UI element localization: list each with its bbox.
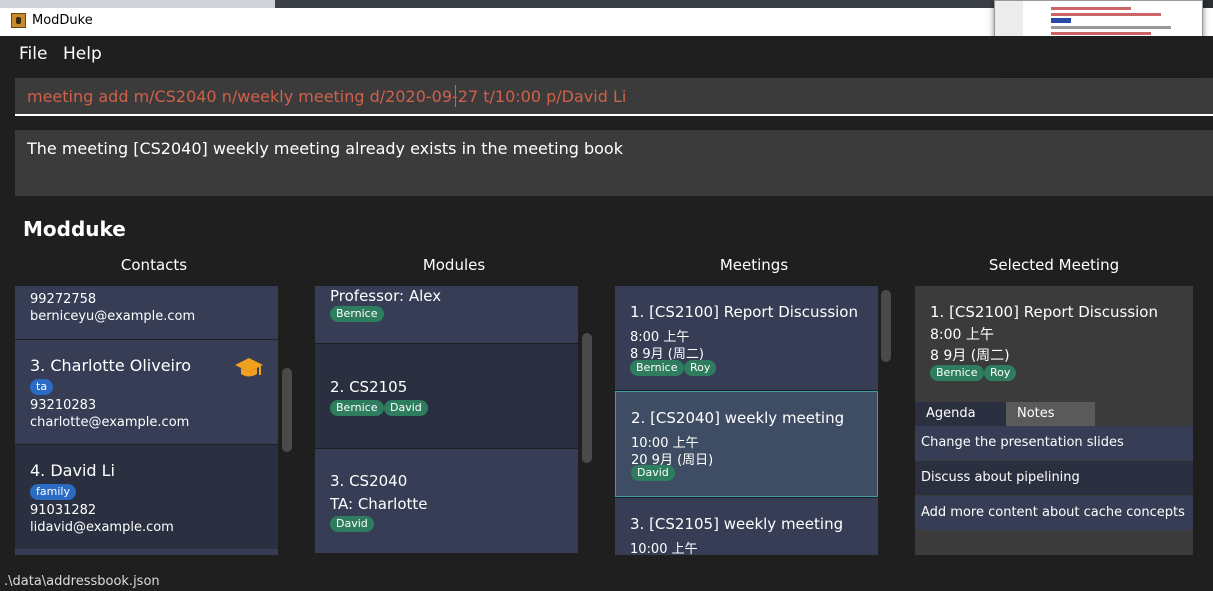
list-item[interactable] bbox=[15, 549, 278, 555]
window-title: ModDuke bbox=[32, 13, 93, 28]
contact-email: lidavid@example.com bbox=[30, 520, 174, 535]
list-item[interactable]: 4. David Li family 91031282 lidavid@exam… bbox=[15, 445, 278, 549]
selected-meeting-date: 8 9月 (周二) bbox=[930, 348, 1010, 364]
meeting-time: 10:00 上午 bbox=[630, 542, 698, 555]
tag: ta bbox=[30, 379, 54, 395]
app-icon bbox=[11, 13, 26, 28]
meetings-heading: Meetings bbox=[719, 256, 789, 274]
contacts-heading: Contacts bbox=[120, 256, 188, 274]
graduation-cap-icon bbox=[235, 358, 263, 377]
module-role: Professor: Alex bbox=[330, 287, 442, 305]
menu-file[interactable]: File bbox=[19, 44, 47, 64]
tag: Bernice bbox=[630, 360, 684, 376]
contact-phone: 93210283 bbox=[30, 398, 97, 413]
app-heading: Modduke bbox=[23, 217, 126, 241]
tab-agenda[interactable]: Agenda bbox=[915, 402, 1006, 426]
tag: family bbox=[30, 484, 76, 500]
text-caret bbox=[455, 85, 456, 107]
list-item[interactable]: 3. Charlotte Oliveiro ta 93210283 charlo… bbox=[15, 340, 278, 444]
tag: Roy bbox=[984, 365, 1017, 381]
contact-name: 3. Charlotte Oliveiro bbox=[30, 356, 192, 375]
selected-meeting-time: 8:00 上午 bbox=[930, 327, 994, 343]
selected-meeting-panel: 1. [CS2100] Report Discussion 8:00 上午 8 … bbox=[915, 286, 1193, 555]
menu-bar: File Help bbox=[0, 36, 1213, 72]
list-item-selected[interactable]: 2. [CS2040] weekly meeting 10:00 上午 20 9… bbox=[615, 391, 878, 497]
modules-heading: Modules bbox=[422, 256, 486, 274]
tag: David bbox=[631, 465, 675, 481]
result-display: The meeting [CS2040] weekly meeting alre… bbox=[15, 130, 1213, 196]
contact-email: charlotte@example.com bbox=[30, 415, 190, 430]
tag: Bernice bbox=[930, 365, 984, 381]
meeting-name: 3. [CS2105] weekly meeting bbox=[630, 515, 844, 533]
module-role: TA: Charlotte bbox=[330, 495, 428, 513]
list-item[interactable]: 3. CS2040 TA: Charlotte David bbox=[315, 449, 578, 553]
status-bar-path: .\data\addressbook.json bbox=[0, 570, 1213, 591]
command-box bbox=[15, 78, 1213, 116]
meetings-list[interactable]: 1. [CS2100] Report Discussion 8:00 上午 8 … bbox=[615, 286, 878, 555]
list-item[interactable]: Professor: Alex Bernice bbox=[315, 286, 578, 343]
agenda-item[interactable]: Add more content about cache concepts bbox=[915, 496, 1193, 530]
agenda-item[interactable]: Change the presentation slides bbox=[915, 426, 1193, 460]
meetings-scrollbar[interactable] bbox=[881, 290, 891, 362]
selected-meeting-tabs: Agenda Notes bbox=[915, 402, 1193, 426]
selected-meeting-heading: Selected Meeting bbox=[988, 256, 1120, 274]
meeting-name: 2. [CS2040] weekly meeting bbox=[631, 409, 845, 427]
list-item[interactable]: 1. [CS2100] Report Discussion 8:00 上午 8 … bbox=[615, 286, 878, 390]
list-item[interactable]: 2. CS2105 Bernice David bbox=[315, 344, 578, 448]
contact-phone: 99272758 bbox=[30, 292, 97, 307]
module-name: 3. CS2040 bbox=[330, 472, 408, 490]
modules-scrollbar[interactable] bbox=[582, 333, 592, 463]
list-item[interactable]: 99272758 berniceyu@example.com bbox=[15, 286, 278, 339]
contact-email: berniceyu@example.com bbox=[30, 309, 196, 324]
list-item[interactable]: 3. [CS2105] weekly meeting 10:00 上午 bbox=[615, 498, 878, 555]
selected-meeting-name: 1. [CS2100] Report Discussion bbox=[930, 303, 1158, 321]
contacts-list[interactable]: 99272758 berniceyu@example.com 3. Charlo… bbox=[15, 286, 278, 555]
tag: David bbox=[330, 516, 374, 532]
tab-notes[interactable]: Notes bbox=[1006, 402, 1095, 426]
modules-list[interactable]: Professor: Alex Bernice 2. CS2105 Bernic… bbox=[315, 286, 578, 555]
contact-name: 4. David Li bbox=[30, 461, 115, 480]
meeting-name: 1. [CS2100] Report Discussion bbox=[630, 303, 858, 321]
command-input[interactable] bbox=[15, 78, 1213, 114]
tag: Bernice bbox=[330, 400, 384, 416]
agenda-item[interactable]: Discuss about pipelining bbox=[915, 461, 1193, 495]
menu-help[interactable]: Help bbox=[63, 44, 102, 64]
module-name: 2. CS2105 bbox=[330, 378, 408, 396]
tag: Roy bbox=[684, 360, 717, 376]
contacts-scrollbar[interactable] bbox=[282, 368, 292, 452]
tag: Bernice bbox=[330, 306, 384, 322]
contact-phone: 91031282 bbox=[30, 503, 97, 518]
tag: David bbox=[384, 400, 428, 416]
